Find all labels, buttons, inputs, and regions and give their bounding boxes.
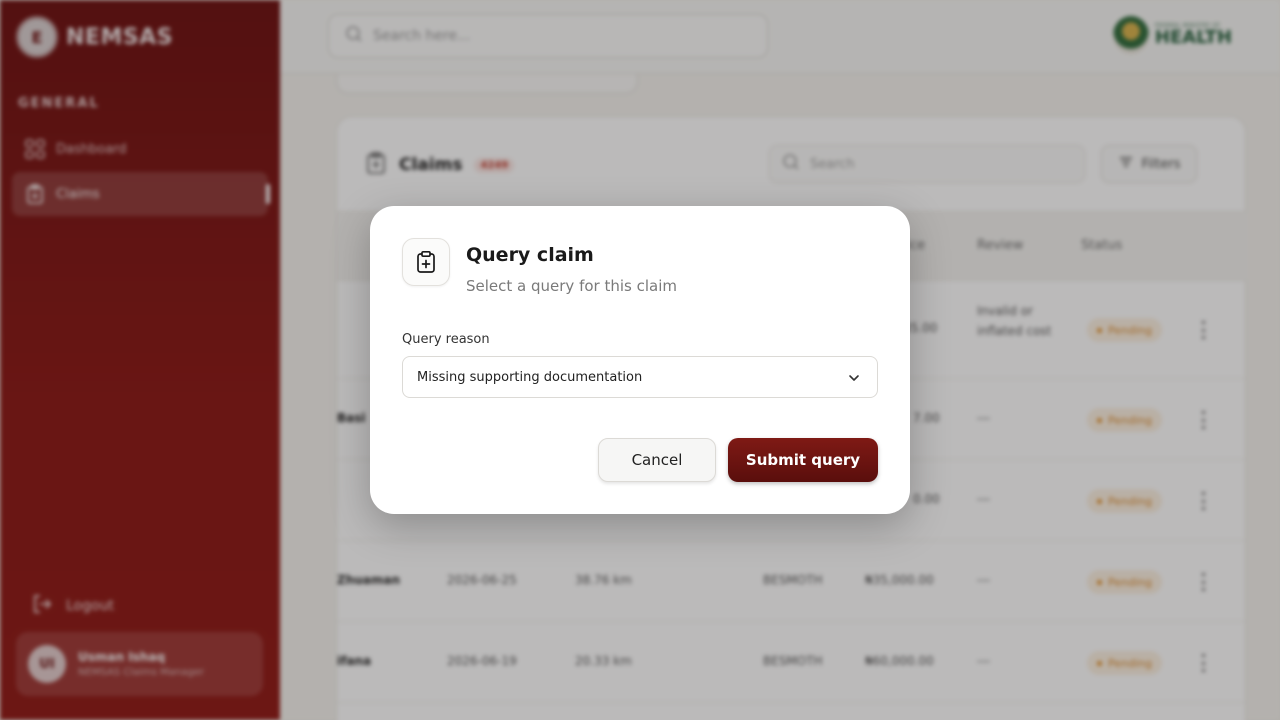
query-reason-select[interactable]: Missing supporting documentation — [402, 356, 878, 398]
dialog-title: Query claim — [466, 244, 594, 266]
clipboard-plus-icon — [402, 238, 450, 286]
query-reason-label: Query reason — [402, 332, 490, 347]
cancel-button[interactable]: Cancel — [598, 438, 716, 482]
selected-query-reason: Missing supporting documentation — [417, 369, 643, 385]
dialog-subtitle: Select a query for this claim — [466, 277, 677, 295]
submit-query-button[interactable]: Submit query — [728, 438, 878, 482]
query-claim-dialog: Query claim Select a query for this clai… — [370, 206, 910, 514]
chevron-down-icon — [849, 375, 859, 381]
